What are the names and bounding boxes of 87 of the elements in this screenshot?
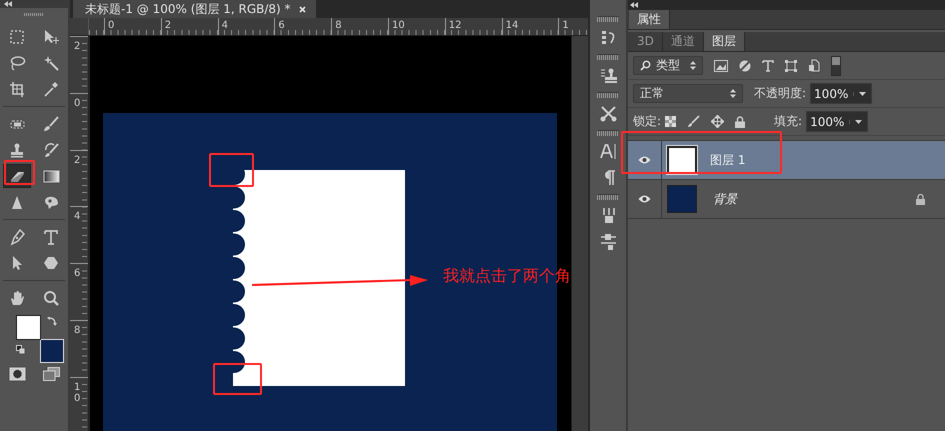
opacity-field[interactable]: 100%: [810, 83, 872, 104]
collapse-icon[interactable]: [4, 1, 12, 7]
ruler-label: 0: [74, 98, 82, 109]
lock-transparency-icon[interactable]: [665, 116, 676, 127]
highlight-box: [213, 363, 262, 395]
zoom-icon[interactable]: [42, 290, 60, 306]
stepper-icon: [730, 89, 736, 98]
tool-presets-icon[interactable]: [600, 232, 616, 250]
type-filter-icon[interactable]: [762, 60, 774, 72]
layer-thumbnail[interactable]: [667, 185, 697, 213]
move-arrows-icon[interactable]: [711, 115, 724, 128]
ruler-label: 6: [74, 268, 82, 280]
background-color-swatch[interactable]: [40, 339, 64, 363]
lock-icon[interactable]: [735, 116, 746, 128]
default-colors-icon[interactable]: [16, 345, 25, 354]
lock-label: 锁定:: [633, 113, 662, 130]
circle-filter-icon[interactable]: [739, 60, 751, 72]
ruler-label: 8: [74, 324, 82, 336]
ruler-label: 6: [277, 20, 285, 31]
stamp-icon[interactable]: [8, 142, 26, 158]
document-tab[interactable]: 未标题-1 @ 100% (图层 1, RGB/8) *: [73, 0, 316, 18]
layer-thumbnail[interactable]: [667, 146, 697, 174]
layer-name: 背景: [713, 190, 739, 208]
lasso-icon[interactable]: [8, 54, 26, 72]
image-filter-icon[interactable]: [714, 60, 728, 72]
search-icon: [640, 60, 651, 71]
layer-row[interactable]: 图层 1: [628, 141, 945, 180]
hexagon-icon[interactable]: [42, 254, 60, 272]
lock-icon[interactable]: [916, 194, 925, 204]
collapse-icon[interactable]: [630, 2, 638, 8]
foreground-color-swatch[interactable]: [16, 315, 41, 340]
screen-mode-icon[interactable]: [42, 367, 60, 381]
wrench-scissors-icon[interactable]: [600, 104, 616, 122]
ruler-label: 0: [107, 20, 114, 31]
grip-icon[interactable]: [24, 13, 44, 16]
ruler-label: 2: [74, 41, 82, 52]
gradient-icon[interactable]: [42, 168, 60, 184]
blend-mode-dropdown[interactable]: 正常: [633, 84, 743, 103]
ruler-label: 1: [561, 20, 569, 31]
panel-tab[interactable]: 3D: [629, 32, 663, 51]
filter-toggle[interactable]: [831, 56, 841, 76]
marquee-icon[interactable]: [8, 28, 26, 46]
panel-tab[interactable]: 属性: [629, 10, 670, 29]
eye-icon[interactable]: [638, 156, 651, 164]
brush-icon[interactable]: [42, 116, 60, 132]
dropdown-arrow-icon[interactable]: [853, 92, 866, 96]
pen-icon[interactable]: [8, 228, 26, 246]
layer-row[interactable]: 背景: [628, 180, 945, 219]
crop-icon[interactable]: [8, 80, 26, 98]
shape-filter-icon[interactable]: [785, 60, 797, 72]
ruler-label: 10: [390, 20, 405, 31]
fill-label: 填充:: [774, 113, 802, 130]
quick-mask-icon[interactable]: [8, 367, 26, 381]
layer-name: 图层 1: [710, 152, 746, 168]
history-icon[interactable]: [600, 28, 616, 46]
stepper-icon: [690, 61, 696, 70]
document-title: 未标题-1 @ 100% (图层 1, RGB/8) *: [85, 0, 291, 18]
hand-icon[interactable]: [8, 290, 26, 306]
ruler-label: 10: [74, 382, 82, 404]
eye-icon[interactable]: [638, 195, 651, 203]
type-icon[interactable]: [42, 228, 60, 246]
annotation-text: 我就点击了两个角: [443, 266, 571, 287]
fill-field[interactable]: 100%: [806, 111, 868, 132]
close-icon[interactable]: [298, 6, 306, 12]
brush-icon[interactable]: [687, 115, 700, 128]
character-icon[interactable]: [600, 142, 616, 160]
highlight-box: [4, 160, 35, 185]
panel-tab[interactable]: 图层: [704, 32, 745, 51]
scrollbar[interactable]: [571, 36, 588, 431]
smart-object-filter-icon[interactable]: [808, 59, 820, 72]
highlight-box: [209, 153, 254, 187]
opacity-label: 不透明度:: [754, 85, 806, 102]
ruler-label: 12: [448, 20, 462, 31]
ruler-label: 4: [220, 20, 228, 31]
magic-wand-icon[interactable]: [42, 54, 60, 72]
filter-dropdown[interactable]: 类型: [633, 56, 703, 75]
move-icon[interactable]: [42, 28, 60, 46]
ruler-label: 2: [164, 20, 172, 31]
history-brush-icon[interactable]: [42, 142, 60, 158]
dropdown-arrow-icon[interactable]: [849, 120, 862, 124]
ruler-label: 8: [334, 20, 342, 31]
clone-source-icon[interactable]: [600, 66, 616, 84]
ruler-label: 4: [74, 211, 82, 222]
ruler-label: 14: [504, 20, 518, 31]
ruler-label: 2: [74, 154, 82, 166]
swap-arrows-icon[interactable]: [47, 317, 57, 327]
eyedropper-icon[interactable]: [42, 80, 60, 98]
